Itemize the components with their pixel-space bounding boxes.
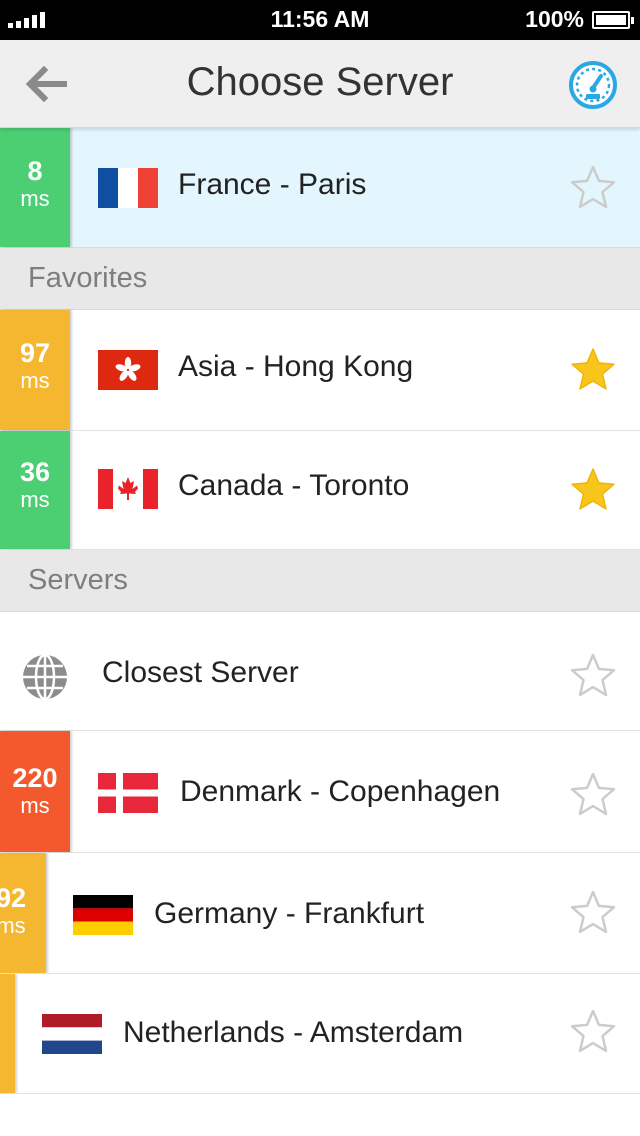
battery-icon [592,11,634,29]
ping-value: 97 [19,338,51,368]
navigation-bar: Choose Server [0,40,640,128]
ping-value: 220 [12,763,58,793]
star-filled-icon[interactable] [570,346,616,392]
ping-unit: ms [0,913,26,938]
ping-badge: 220 ms [0,731,70,852]
server-name: Germany - Frankfurt [154,897,425,930]
globe-icon [23,653,67,701]
server-row-closest[interactable]: Closest Server [0,612,640,731]
star-filled-icon[interactable] [570,466,616,512]
server-name: Closest Server [102,656,299,689]
battery-percentage: 100% [525,6,584,32]
server-row-germany-frankfurt[interactable]: 92 ms Germany - Frankfurt [0,853,640,974]
ping-value: 36 [19,457,51,487]
server-name: Denmark - Copenhagen [180,775,501,808]
server-row-netherlands-amsterdam[interactable]: Netherlands - Amsterdam [0,974,640,1094]
star-outline-icon[interactable] [570,889,616,935]
server-row-canada-toronto[interactable]: 36 ms Canada - Toronto [0,431,640,550]
page-title: Choose Server [186,60,454,104]
speedometer-icon[interactable] [568,60,618,110]
section-title: Servers [28,564,128,596]
ping-unit: ms [20,793,50,818]
star-outline-icon[interactable] [570,1008,616,1054]
section-title: Favorites [28,262,148,294]
ping-value: 92 [0,883,27,913]
favorites-section-header: Favorites [0,248,640,310]
ping-unit: ms [20,186,50,211]
netherlands-flag [42,1014,102,1054]
star-outline-icon[interactable] [570,164,616,210]
server-row-france-paris[interactable]: 8 ms France - Paris [0,128,640,248]
ping-badge: 92 ms [0,853,46,973]
ping-badge: 36 ms [0,431,70,549]
ping-badge [0,974,15,1093]
servers-section-header: Servers [0,550,640,612]
server-name: Netherlands - Amsterdam [123,1016,464,1049]
hong-kong-flag [98,350,158,390]
ping-value: 8 [27,156,43,186]
server-name: Canada - Toronto [178,469,410,502]
france-flag [98,168,158,208]
server-name: France - Paris [178,168,367,201]
status-bar: 11:56 AM 100% [0,0,640,40]
ping-badge: 8 ms [0,128,70,247]
ping-unit: ms [20,368,50,393]
denmark-flag [98,773,158,813]
server-name: Asia - Hong Kong [178,350,414,383]
ping-badge: 97 ms [0,310,70,430]
server-row-denmark-copenhagen[interactable]: 220 ms Denmark - Copenhagen [0,731,640,853]
star-outline-icon[interactable] [570,652,616,698]
server-row-hong-kong[interactable]: 97 ms Asia - Hong Kong [0,310,640,431]
ping-unit: ms [20,487,50,512]
germany-flag [73,895,133,935]
star-outline-icon[interactable] [570,771,616,817]
canada-flag [98,469,158,509]
